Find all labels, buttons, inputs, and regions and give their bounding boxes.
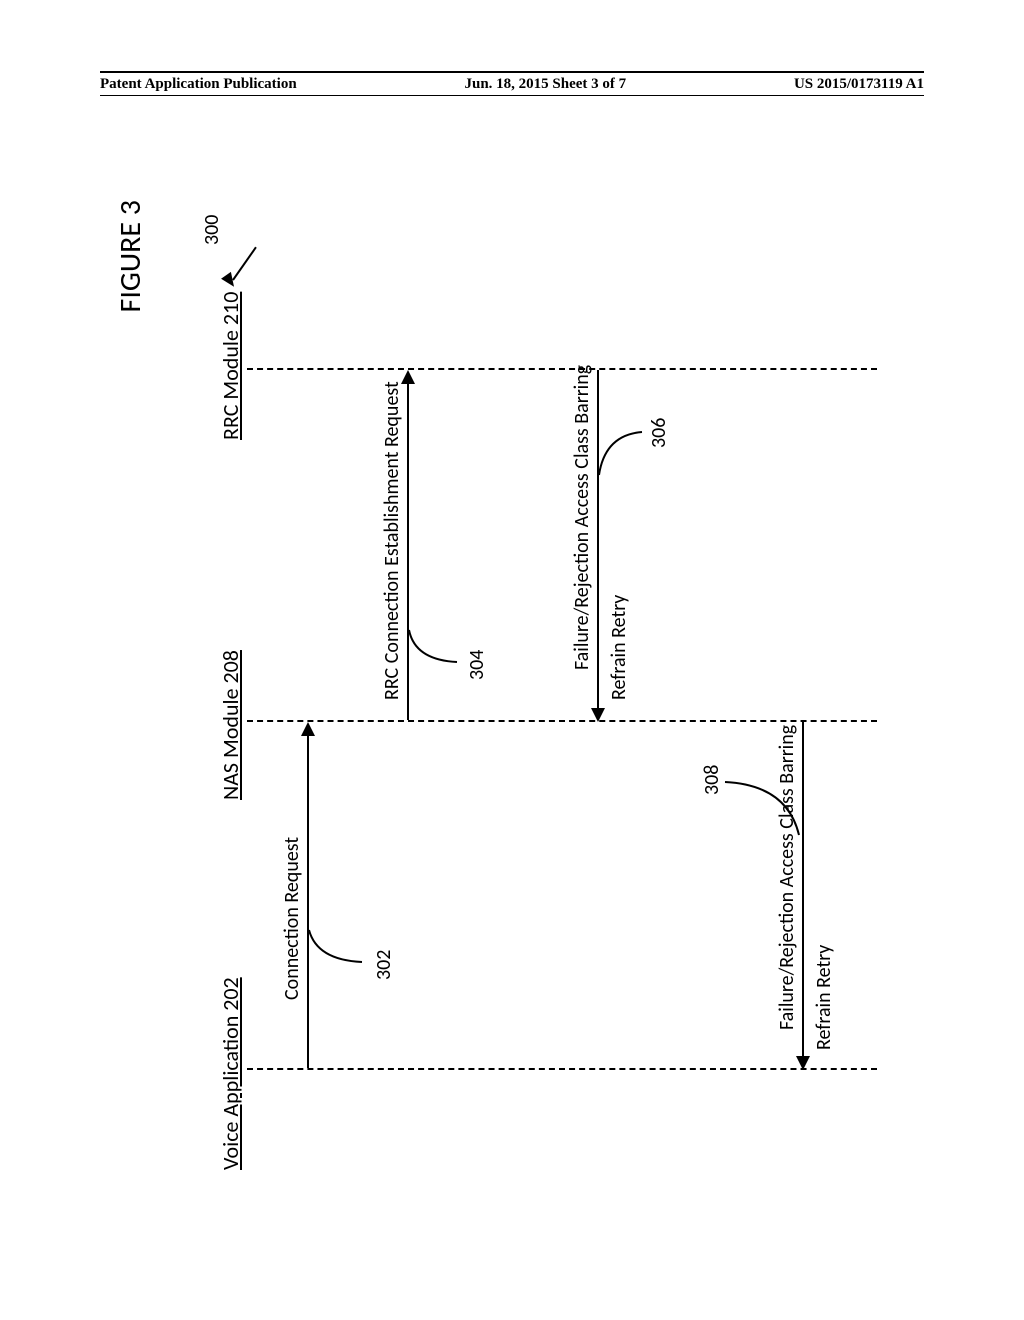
page-header: Patent Application Publication Jun. 18, … (100, 71, 924, 96)
leader-302 (307, 910, 377, 970)
ref-306: 306 (647, 418, 671, 448)
page: Patent Application Publication Jun. 18, … (0, 0, 1024, 1320)
ref-300: 300 (200, 215, 224, 245)
refrain-nas: Refrain Retry (607, 595, 631, 700)
figure-canvas: FIGURE 3 Voice Application 202 NAS Modul… (102, 140, 922, 1200)
lifeline-voice (247, 1068, 877, 1070)
lifeline-voice-label: Voice Application 202 (217, 977, 244, 1170)
leader-308 (717, 765, 807, 840)
ref-304: 304 (465, 650, 489, 680)
lifeline-nas (247, 720, 877, 722)
figure-title: FIGURE 3 (112, 200, 149, 312)
leader-304 (407, 610, 472, 670)
lifeline-nas-label: NAS Module 208 (217, 650, 244, 800)
figure-area: FIGURE 3 Voice Application 202 NAS Modul… (102, 140, 922, 1200)
msg-306-label: Failure/Rejection Access Class Barring (570, 365, 594, 670)
header-right: US 2015/0173119 A1 (794, 73, 924, 95)
ref-300-line (232, 247, 257, 281)
lifeline-rrc (247, 368, 877, 370)
header-left: Patent Application Publication (100, 73, 297, 95)
ref-302: 302 (372, 950, 396, 980)
ref-308: 308 (700, 765, 724, 795)
header-center: Jun. 18, 2015 Sheet 3 of 7 (464, 73, 626, 95)
msg-302-line (307, 724, 309, 1068)
lifeline-rrc-label: RRC Module 210 (217, 292, 244, 440)
msg-304-label: RRC Connection Establishment Request (380, 381, 404, 700)
msg-302-label: Connection Request (280, 837, 304, 1000)
refrain-voice: Refrain Retry (812, 945, 836, 1050)
